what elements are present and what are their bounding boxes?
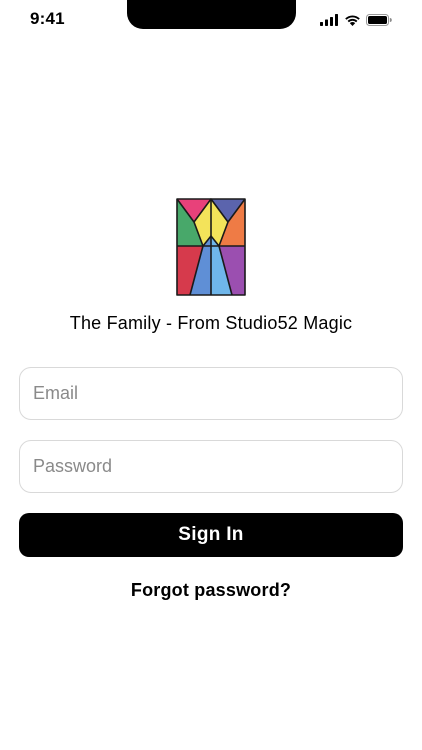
forgot-password-link[interactable]: Forgot password?	[0, 580, 422, 601]
password-field[interactable]	[19, 440, 403, 493]
email-field[interactable]	[19, 367, 403, 420]
status-icons	[320, 13, 392, 27]
status-time: 9:41	[30, 9, 65, 28]
status-bar: 9:41	[0, 0, 422, 40]
wifi-icon	[344, 14, 361, 26]
device-notch	[127, 0, 296, 29]
password-input[interactable]	[20, 441, 402, 492]
sign-in-button[interactable]: Sign In	[19, 513, 403, 557]
cellular-signal-icon	[320, 14, 339, 26]
app-title: The Family - From Studio52 Magic	[69, 313, 353, 333]
stained-glass-logo-icon	[176, 198, 246, 296]
battery-icon	[366, 14, 392, 26]
email-input[interactable]	[20, 368, 402, 419]
